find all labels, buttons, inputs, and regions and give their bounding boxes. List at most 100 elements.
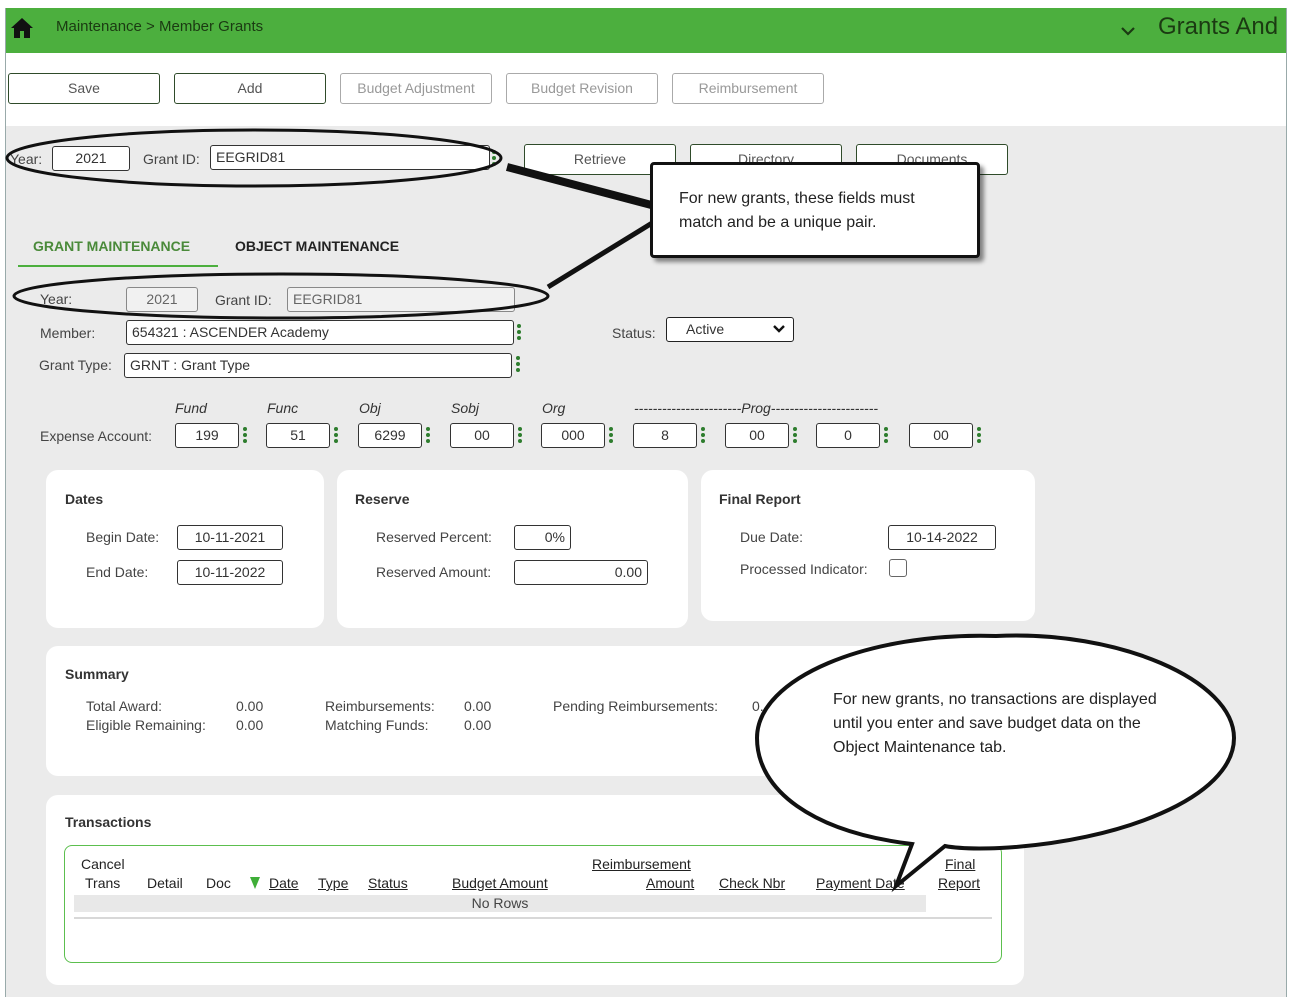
- obj-lookup-icon[interactable]: [426, 427, 430, 445]
- grant-type-lookup-icon[interactable]: [516, 356, 520, 374]
- total-award-label: Total Award:: [86, 698, 163, 714]
- col-final[interactable]: Final: [945, 856, 975, 872]
- reimbursements-label: Reimbursements:: [325, 698, 435, 714]
- end-date-label: End Date:: [86, 564, 149, 580]
- matching-funds-value: 0.00: [464, 717, 492, 733]
- breadcrumb[interactable]: Maintenance > Member Grants: [56, 18, 263, 35]
- sort-desc-icon[interactable]: [249, 876, 261, 890]
- col-check-nbr[interactable]: Check Nbr: [719, 875, 785, 891]
- func-header: Func: [267, 400, 299, 416]
- org-input[interactable]: 000: [541, 423, 605, 448]
- func-lookup-icon[interactable]: [334, 427, 338, 445]
- reserved-amount-label: Reserved Amount:: [376, 564, 492, 580]
- col-report[interactable]: Report: [938, 875, 980, 891]
- matching-funds-label: Matching Funds:: [325, 717, 429, 733]
- col-doc: Doc: [206, 875, 231, 891]
- fund-header: Fund: [175, 400, 207, 416]
- budget-adjustment-button[interactable]: Budget Adjustment: [340, 73, 492, 104]
- grid-divider: [74, 917, 992, 919]
- reserved-percent-input[interactable]: 0%: [514, 525, 571, 550]
- final-report-title: Final Report: [719, 491, 801, 507]
- prog-lookup-icon-2[interactable]: [884, 427, 888, 445]
- org-lookup-icon[interactable]: [609, 427, 613, 445]
- begin-date-input[interactable]: 10-11-2021: [177, 525, 283, 550]
- col-payment-date[interactable]: Payment Date: [816, 875, 905, 891]
- transactions-callout-text: For new grants, no transactions are disp…: [833, 691, 1157, 756]
- col-status[interactable]: Status: [368, 875, 408, 891]
- sobj-input[interactable]: 00: [450, 423, 514, 448]
- grant-type-input[interactable]: GRNT : Grant Type: [124, 353, 512, 378]
- prog-input-1[interactable]: 00: [725, 423, 789, 448]
- col-budget-amount[interactable]: Budget Amount: [452, 875, 548, 891]
- member-input[interactable]: 654321 : ASCENDER Academy: [126, 320, 514, 345]
- due-date-label: Due Date:: [740, 529, 804, 545]
- grant-id-lookup-icon[interactable]: [492, 150, 496, 168]
- reimbursement-button[interactable]: Reimbursement: [672, 73, 824, 104]
- home-icon[interactable]: [10, 17, 34, 39]
- status-label: Status:: [612, 325, 656, 341]
- transactions-title: Transactions: [65, 814, 152, 830]
- active-tab-indicator: [18, 265, 218, 267]
- col-type[interactable]: Type: [318, 875, 348, 891]
- tab-object-maintenance[interactable]: OBJECT MAINTENANCE: [235, 238, 399, 254]
- search-grant-id-label: Grant ID:: [143, 151, 200, 167]
- col-reimbursement[interactable]: Reimbursement: [592, 856, 691, 872]
- col-trans: Trans: [85, 875, 121, 891]
- reimbursements-value: 0.00: [464, 698, 492, 714]
- grant-type-label: Grant Type:: [39, 357, 112, 373]
- toolbar: Save Add Budget Adjustment Budget Revisi…: [6, 53, 1286, 126]
- reserve-card: Reserve Reserved Percent: 0% Reserved Am…: [337, 470, 688, 628]
- prog-lookup-icon-1[interactable]: [793, 427, 797, 445]
- obj-input[interactable]: 6299: [358, 423, 422, 448]
- final-report-card: Final Report Due Date: 10-14-2022 Proces…: [701, 470, 1035, 621]
- prog-input-2[interactable]: 0: [816, 423, 880, 448]
- summary-card: Summary Total Award: 0.00 Eligible Remai…: [46, 646, 946, 776]
- col-date[interactable]: Date: [269, 875, 299, 891]
- status-select[interactable]: Active: [666, 317, 794, 342]
- col-amount[interactable]: Amount: [646, 875, 694, 891]
- budget-revision-button[interactable]: Budget Revision: [506, 73, 658, 104]
- obj-header: Obj: [359, 400, 381, 416]
- fiscal-year-lookup-icon[interactable]: [701, 427, 705, 445]
- search-year-input[interactable]: 2021: [52, 146, 130, 171]
- app-frame: Maintenance > Member Grants Grants And S…: [5, 8, 1287, 997]
- top-bar: Maintenance > Member Grants Grants And: [6, 8, 1286, 53]
- add-button[interactable]: Add: [174, 73, 326, 104]
- chevron-down-icon[interactable]: [1119, 22, 1137, 40]
- chevron-down-icon: [773, 325, 785, 333]
- transactions-grid: Cancel Trans Detail Doc Date Type Status…: [64, 845, 1002, 963]
- sobj-header: Sobj: [451, 400, 480, 416]
- eligible-remaining-value: 0.00: [236, 717, 264, 733]
- begin-date-label: Begin Date:: [86, 529, 160, 545]
- form-year-field: 2021: [126, 287, 198, 312]
- tab-grant-maintenance[interactable]: GRANT MAINTENANCE: [33, 238, 190, 254]
- app-title: Grants And: [1158, 13, 1279, 40]
- search-grant-id-input[interactable]: EEGRID81: [210, 145, 490, 170]
- expense-account-label: Expense Account:: [40, 428, 153, 444]
- org-header: Org: [542, 400, 566, 416]
- pending-reimbursements-label: Pending Reimbursements:: [553, 698, 718, 714]
- save-button[interactable]: Save: [8, 73, 160, 104]
- reserve-title: Reserve: [355, 491, 410, 507]
- eligible-remaining-label: Eligible Remaining:: [86, 717, 206, 733]
- total-award-value: 0.00: [236, 698, 264, 714]
- fiscal-year-input[interactable]: 8: [633, 423, 697, 448]
- processed-indicator-checkbox[interactable]: [889, 559, 907, 577]
- fund-lookup-icon[interactable]: [243, 427, 247, 445]
- end-date-input[interactable]: 10-11-2022: [177, 560, 283, 585]
- func-input[interactable]: 51: [266, 423, 330, 448]
- member-label: Member:: [40, 325, 96, 341]
- form-grant-id-field: EEGRID81: [287, 287, 515, 312]
- prog-input-3[interactable]: 00: [909, 423, 973, 448]
- fields-callout: For new grants, these fields must match …: [650, 162, 980, 258]
- sobj-lookup-icon[interactable]: [518, 427, 522, 445]
- summary-title: Summary: [65, 666, 129, 682]
- dates-title: Dates: [65, 491, 104, 507]
- fund-input[interactable]: 199: [175, 423, 239, 448]
- due-date-input[interactable]: 10-14-2022: [888, 525, 996, 550]
- member-lookup-icon[interactable]: [517, 324, 521, 342]
- reserved-amount-input[interactable]: 0.00: [514, 560, 648, 585]
- prog-lookup-icon-3[interactable]: [977, 427, 981, 445]
- prog-header: -----------------------Prog-------------…: [634, 400, 879, 416]
- form-year-label: Year:: [40, 291, 73, 307]
